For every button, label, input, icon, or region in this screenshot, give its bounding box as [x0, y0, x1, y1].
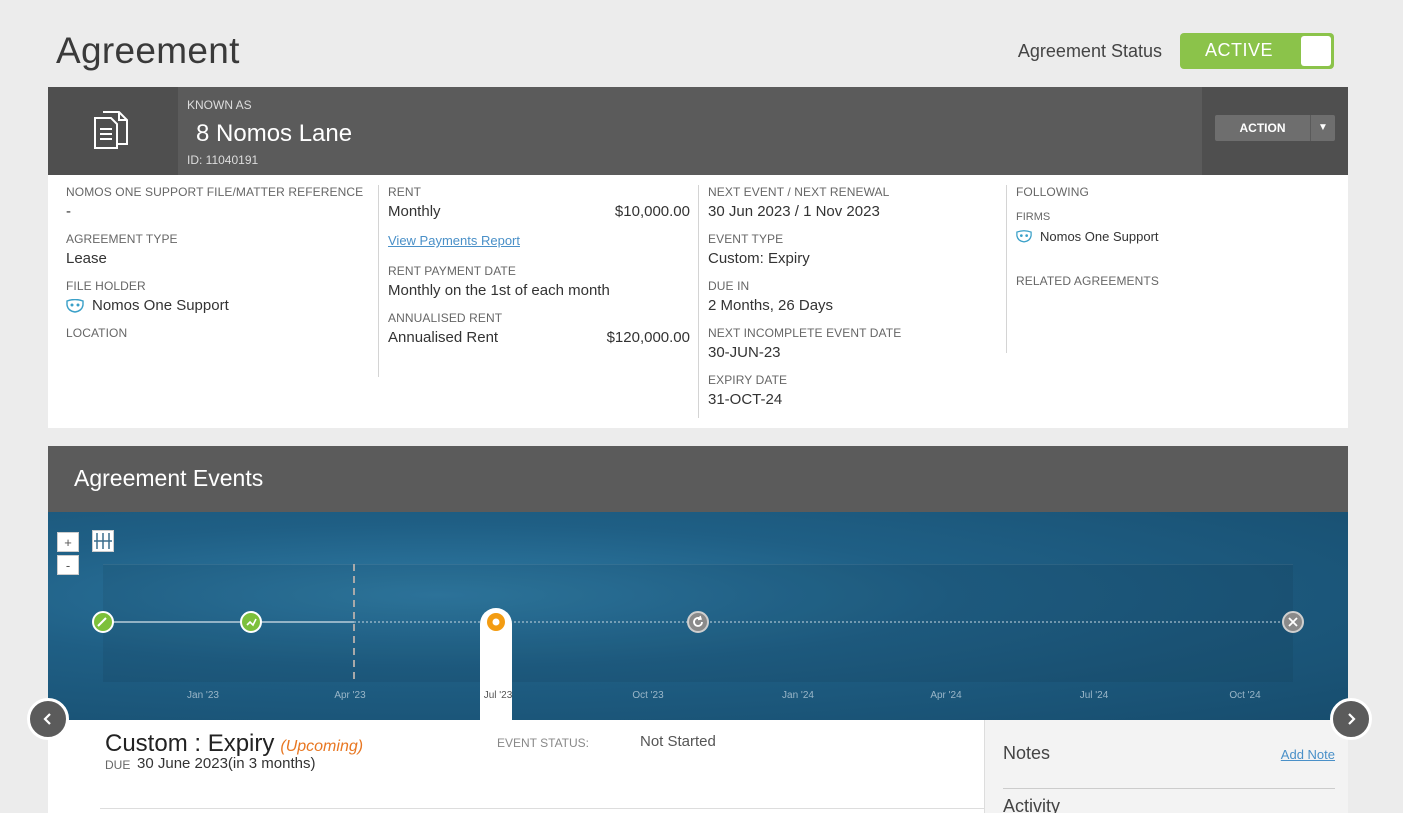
chevron-left-icon: [43, 713, 51, 725]
agreement-details: NOMOS ONE SUPPORT FILE/MATTER REFERENCE …: [48, 175, 1348, 428]
timeline-next-button[interactable]: [1330, 698, 1372, 740]
event-detail: Custom : Expiry (Upcoming) DUE 30 June 20…: [48, 720, 984, 813]
next-incomplete-value: 30-JUN-23: [708, 344, 781, 361]
file-holder-label: FILE HOLDER: [66, 279, 146, 293]
events-title: Agreement Events: [74, 465, 264, 491]
orange-circle-icon: [487, 613, 505, 631]
action-box: ACTION ▼: [1202, 87, 1348, 175]
rent-label: RENT: [388, 185, 422, 199]
firms-label: FIRMS: [1016, 211, 1051, 223]
notes-panel: Notes Add Note Activity: [984, 720, 1348, 813]
details-column-events: NEXT EVENT / NEXT RENEWAL 30 Jun 2023 / …: [698, 185, 1006, 418]
axis-tick-label: Jul '24: [1079, 690, 1109, 701]
check-icon: [246, 618, 257, 627]
document-icon: [94, 111, 128, 149]
rent-payment-date-label: RENT PAYMENT DATE: [388, 264, 516, 278]
page-title: Agreement: [56, 30, 240, 71]
axis-tick-label: Oct '24: [1229, 690, 1261, 701]
event-type-label: EVENT TYPE: [708, 232, 784, 246]
view-payments-report-link[interactable]: View Payments Report: [388, 233, 520, 248]
rent-payment-date-value: Monthly on the 1st of each month: [388, 282, 610, 299]
details-column-following: FOLLOWING FIRMS Nomos One Support RELATE…: [1006, 185, 1326, 353]
axis-tick-label: Oct '23: [632, 690, 664, 701]
event-due-label: DUE: [105, 758, 131, 772]
agreement-header: KNOWN AS 8 Nomos Lane ID: 11040191 ACTIO…: [48, 87, 1348, 175]
notes-title: Notes: [1003, 743, 1051, 763]
add-note-link[interactable]: Add Note: [1281, 747, 1335, 762]
firm-mask-icon: [1016, 230, 1032, 243]
events-header: Agreement Events: [48, 446, 1348, 512]
firm-item: Nomos One Support: [1016, 229, 1326, 244]
agreement-id: ID: 11040191: [187, 153, 259, 167]
related-agreements-label: RELATED AGREEMENTS: [1016, 274, 1159, 288]
axis-tick-label: Jan '23: [187, 690, 219, 701]
action-button[interactable]: ACTION ▼: [1215, 115, 1335, 141]
agreement-status-label: Agreement Status: [1017, 40, 1162, 61]
event-type-value: Custom: Expiry: [708, 250, 810, 267]
status-toggle-text: ACTIVE: [1204, 40, 1273, 60]
event-status-label: EVENT STATUS:: [497, 736, 590, 750]
expiry-event-marker[interactable]: [1282, 611, 1304, 633]
file-ref-label: NOMOS ONE SUPPORT FILE/MATTER REFERENCE: [66, 185, 364, 199]
agreement-status-toggle[interactable]: ACTIVE: [1180, 33, 1334, 69]
refresh-icon: [693, 615, 703, 627]
agreement-type-label: AGREEMENT TYPE: [66, 232, 178, 246]
file-holder-value: Nomos One Support: [92, 297, 229, 314]
annualised-rent-amount: $120,000.00: [606, 329, 690, 346]
agreement-events-panel: Agreement Events + - Jan '23 Apr '23 Jul…: [48, 446, 1348, 813]
divider: [100, 808, 984, 809]
header-icon-box: [48, 87, 178, 175]
next-event-label: NEXT EVENT / NEXT RENEWAL: [708, 185, 890, 199]
due-in-label: DUE IN: [708, 279, 750, 293]
due-in-value: 2 Months, 26 Days: [708, 297, 834, 314]
firm-name: Nomos One Support: [1040, 229, 1159, 244]
renewal-event-marker[interactable]: [687, 611, 709, 633]
rent-row: Monthly $10,000.00: [388, 203, 690, 220]
annualised-rent-label: ANNUALISED RENT: [388, 311, 503, 325]
check-icon: [97, 617, 107, 627]
events-timeline[interactable]: + - Jan '23 Apr '23 Jul '23 Oct '23 Jan …: [48, 512, 1348, 720]
completed-event-marker[interactable]: [92, 611, 114, 633]
annualised-rent-name: Annualised Rent: [388, 329, 499, 346]
action-button-label: ACTION: [1215, 115, 1311, 141]
annualised-rent-row: Annualised Rent $120,000.00: [388, 329, 690, 346]
event-detail-title: Custom : Expiry (Upcoming): [105, 730, 363, 758]
event-upcoming-tag: (Upcoming): [280, 738, 364, 755]
completed-event-marker[interactable]: [240, 611, 262, 633]
details-column-reference: NOMOS ONE SUPPORT FILE/MATTER REFERENCE …: [66, 185, 376, 340]
axis-tick-label: Jul '23: [483, 690, 513, 701]
event-due-value: 30 June 2023(in 3 months): [137, 755, 316, 772]
axis-tick-label: Apr '23: [334, 690, 366, 701]
chevron-down-icon[interactable]: ▼: [1311, 115, 1335, 141]
upcoming-event-marker[interactable]: [485, 611, 507, 633]
rent-amount: $10,000.00: [614, 203, 690, 220]
chevron-right-icon: [1348, 713, 1356, 725]
next-event-value: 30 Jun 2023 / 1 Nov 2023: [708, 203, 880, 220]
file-ref-value: -: [66, 203, 71, 220]
agreement-status: Agreement Status ACTIVE: [1018, 33, 1334, 69]
expiry-date-value: 31-OCT-24: [708, 391, 783, 408]
axis-tick-label: Jan '24: [782, 690, 814, 701]
location-label: LOCATION: [66, 326, 128, 340]
agreement-type-value: Lease: [66, 250, 107, 267]
details-column-rent: RENT Monthly $10,000.00 View Payments Re…: [378, 185, 690, 377]
agreement-card: KNOWN AS 8 Nomos Lane ID: 11040191 ACTIO…: [48, 87, 1348, 428]
file-holder: Nomos One Support: [66, 297, 376, 314]
axis-tick-label: Apr '24: [930, 690, 962, 701]
known-as-label: KNOWN AS: [187, 98, 252, 112]
activity-title: Activity: [1003, 796, 1061, 813]
event-title-text: Custom : Expiry: [105, 730, 275, 757]
rent-frequency: Monthly: [388, 203, 441, 220]
firm-mask-icon: [66, 298, 84, 313]
following-label: FOLLOWING: [1016, 185, 1089, 199]
toggle-knob: [1301, 36, 1331, 66]
timeline-prev-button[interactable]: [27, 698, 69, 740]
event-status-value: Not Started: [640, 733, 716, 750]
next-incomplete-label: NEXT INCOMPLETE EVENT DATE: [708, 326, 902, 340]
close-icon: [1288, 617, 1298, 627]
agreement-name: 8 Nomos Lane: [196, 120, 353, 147]
expiry-date-label: EXPIRY DATE: [708, 373, 788, 387]
divider: [1003, 788, 1335, 789]
